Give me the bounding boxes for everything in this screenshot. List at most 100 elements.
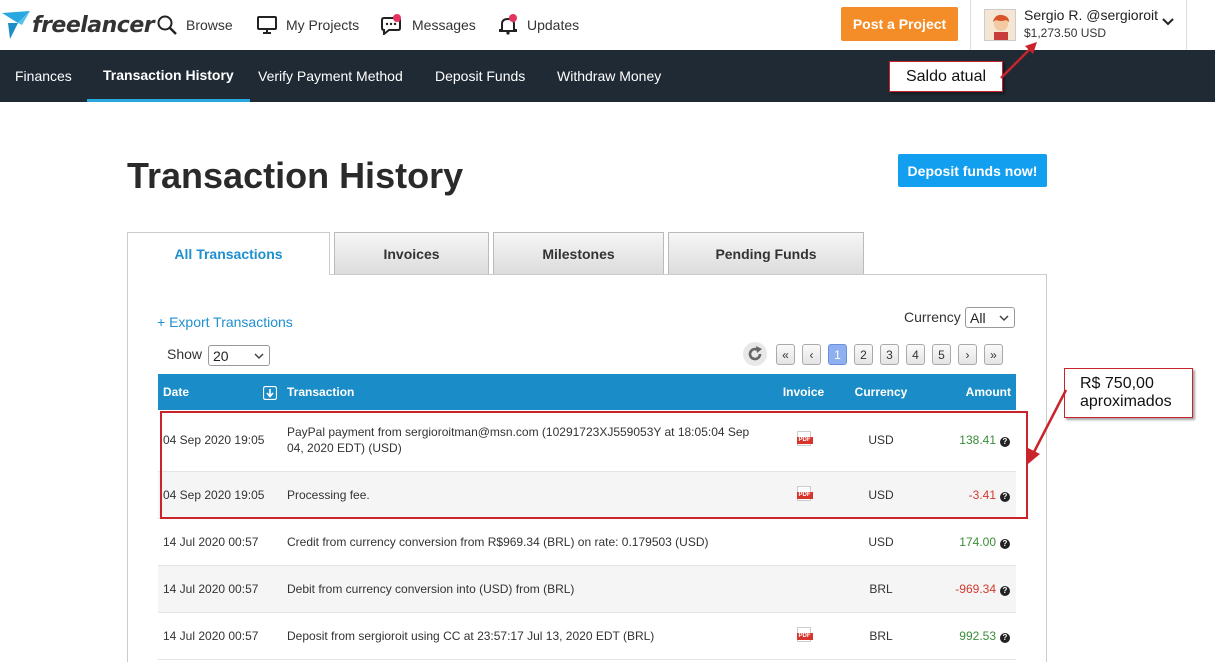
monitor-icon (257, 16, 277, 34)
row-transaction: Debit from currency conversion into (USD… (287, 581, 575, 596)
row-transaction: Deposit from sergioroit using CC at 23:5… (287, 628, 655, 643)
nav-messages[interactable]: Messages (381, 12, 476, 38)
pdf-icon[interactable]: PDF (796, 431, 813, 447)
updates-notification-dot (509, 14, 517, 22)
avatar (984, 9, 1016, 41)
row-date: 14 Jul 2020 00:57 (163, 534, 259, 549)
row-currency: USD (868, 487, 894, 502)
pagination: « ‹ 1 2 3 4 5 › » (776, 344, 1010, 365)
currency-header: Currency (854, 385, 908, 399)
page-3-button[interactable]: 3 (880, 344, 899, 365)
row-amount: 174.00? (927, 518, 1016, 565)
page-5-button[interactable]: 5 (932, 344, 951, 365)
page-2-button[interactable]: 2 (854, 344, 873, 365)
row-date: 04 Sep 2020 19:05 (163, 433, 265, 448)
export-transactions-link[interactable]: + Export Transactions (157, 314, 293, 330)
subnav-finances[interactable]: Finances (15, 50, 72, 102)
row-amount: -3.41? (927, 471, 1016, 518)
messages-notification-dot (393, 14, 401, 22)
row-currency: BRL (869, 628, 893, 643)
pdf-icon[interactable]: PDF (796, 626, 813, 642)
nav-my-projects[interactable]: My Projects (257, 12, 359, 38)
row-transaction: Processing fee. (287, 487, 370, 502)
help-icon[interactable]: ? (1000, 585, 1010, 596)
post-project-button[interactable]: Post a Project (841, 7, 958, 41)
table-row: 04 Sep 2020 19:05 Processing fee. PDF US… (158, 471, 1016, 518)
row-currency: USD (868, 433, 894, 448)
nav-browse-label: Browse (186, 17, 233, 33)
row-invoice (772, 565, 835, 612)
transaction-header: Transaction (287, 385, 355, 399)
balance-annotation: Saldo atual (889, 61, 1003, 92)
table-row: 04 Sep 2020 19:05 PayPal payment from se… (158, 410, 1016, 471)
row-amount-value: -3.41 (968, 487, 996, 502)
page-1-button[interactable]: 1 (828, 344, 847, 365)
row-transaction: PayPal payment from sergioroitman@msn.co… (287, 425, 750, 456)
date-header-label: Date (163, 384, 190, 399)
row-amount-value: 992.53 (959, 628, 996, 643)
tab-pending-funds[interactable]: Pending Funds (668, 232, 864, 274)
nav-messages-label: Messages (412, 17, 476, 33)
row-amount-value: 138.41 (959, 433, 996, 448)
annotation-arrow-icon (1028, 389, 1068, 464)
refresh-button[interactable] (743, 342, 767, 366)
page-size-select[interactable]: 20 (208, 345, 270, 366)
row-amount-value: -969.34 (955, 581, 996, 596)
row-invoice[interactable]: PDF (772, 471, 835, 518)
subnav-verify-payment[interactable]: Verify Payment Method (258, 50, 403, 102)
nav-my-projects-label: My Projects (286, 17, 360, 33)
page-size-value: 20 (213, 347, 229, 364)
invoice-header: Invoice (782, 385, 825, 399)
nav-browse[interactable]: Browse (157, 12, 233, 38)
tab-invoices[interactable]: Invoices (334, 232, 489, 274)
page-next-button[interactable]: › (958, 344, 977, 365)
help-icon[interactable]: ? (1000, 632, 1010, 643)
currency-label: Currency (904, 309, 961, 325)
deposit-funds-now-button[interactable]: Deposit funds now! (898, 154, 1047, 187)
page-prev-button[interactable]: ‹ (802, 344, 821, 365)
chevron-down-icon (254, 353, 264, 360)
page-last-button[interactable]: » (984, 344, 1003, 365)
sort-down-icon[interactable] (263, 385, 277, 400)
tab-milestones[interactable]: Milestones (493, 232, 664, 274)
logo-text: freelancer (32, 12, 155, 38)
currency-select[interactable]: All (965, 307, 1015, 328)
subnav-withdraw-money[interactable]: Withdraw Money (557, 50, 661, 102)
amount-annotation-line1: R$ 750,00 (1080, 375, 1154, 392)
chevron-down-icon (999, 315, 1009, 322)
pdf-icon[interactable]: PDF (796, 485, 813, 501)
row-currency: BRL (869, 581, 893, 596)
table-header-row: Date Transaction Invoice Currency Amount (158, 374, 1016, 410)
nav-updates-label: Updates (527, 17, 580, 33)
row-amount: 138.41? (927, 410, 1016, 471)
subnav-deposit-funds[interactable]: Deposit Funds (435, 50, 525, 102)
row-invoice (772, 518, 835, 565)
row-invoice[interactable]: PDF (772, 410, 835, 471)
help-icon[interactable]: ? (1000, 491, 1010, 502)
nav-updates[interactable]: Updates (498, 12, 579, 38)
user-name: Sergio R. @sergioroit (1024, 7, 1159, 23)
row-date: 14 Jul 2020 00:57 (163, 628, 259, 643)
date-header[interactable]: Date (158, 374, 282, 410)
amount-annotation-line2: aproximados (1080, 393, 1172, 410)
help-icon[interactable]: ? (1000, 538, 1010, 549)
table-row: 14 Jul 2020 00:57 Credit from currency c… (158, 518, 1016, 565)
table-row: 14 Jul 2020 00:57 Debit from currency co… (158, 565, 1016, 612)
tab-all-transactions[interactable]: All Transactions (127, 232, 330, 275)
row-amount-value: 174.00 (959, 534, 996, 549)
page-first-button[interactable]: « (776, 344, 795, 365)
row-amount: 992.53? (927, 612, 1016, 659)
annotation-arrow-icon (1000, 42, 1037, 79)
search-icon (157, 15, 177, 35)
row-amount: -969.34? (927, 565, 1016, 612)
row-currency: USD (868, 534, 894, 549)
row-invoice[interactable]: PDF (772, 612, 835, 659)
subnav-transaction-history[interactable]: Transaction History (87, 50, 250, 102)
help-icon[interactable]: ? (1000, 437, 1010, 448)
page-title: Transaction History (127, 155, 464, 196)
row-date: 04 Sep 2020 19:05 (163, 487, 265, 502)
currency-select-value: All (970, 309, 986, 326)
freelancer-logo[interactable]: freelancer (2, 8, 155, 42)
page-4-button[interactable]: 4 (906, 344, 925, 365)
show-label: Show (167, 346, 203, 362)
